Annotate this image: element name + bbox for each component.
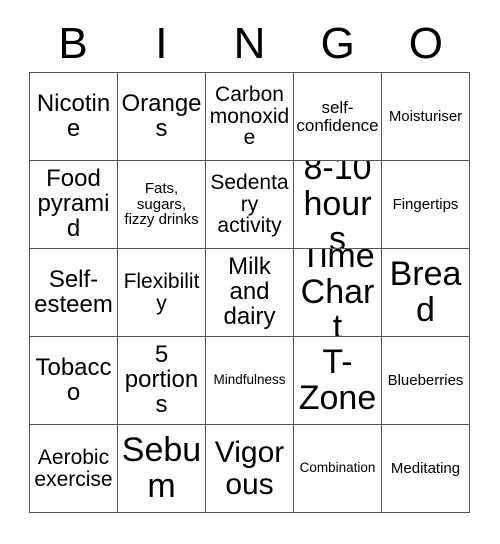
bingo-card: B I N G O Nicotine Oranges Carbon monoxide self… — [0, 0, 500, 544]
bingo-cell-label: Meditating — [390, 459, 461, 477]
bingo-header-letter-g: G — [320, 19, 355, 68]
bingo-cell-label: Vigorous — [214, 436, 285, 501]
bingo-cell[interactable]: self-confidence — [294, 73, 382, 161]
bingo-cell[interactable]: Blueberries — [382, 337, 470, 425]
bingo-cell[interactable]: Tobacco — [30, 337, 118, 425]
bingo-cell-label: Food pyramid — [37, 165, 110, 242]
bingo-cell-label: 8-10 hours — [303, 161, 372, 249]
bingo-cell-label: Mindfulness — [213, 372, 286, 388]
bingo-cell[interactable]: Food pyramid — [30, 161, 118, 249]
bingo-header-row: BINGO — [29, 16, 470, 72]
bingo-cell-label: Bread — [389, 255, 462, 329]
bingo-cell[interactable]: 8-10 hours — [294, 161, 382, 249]
bingo-cell[interactable]: Time Chart — [294, 249, 382, 337]
bingo-header-letter-o: O — [408, 19, 444, 68]
bingo-cell-label: Time Chart — [300, 249, 375, 337]
bingo-cell-label: Blueberries — [387, 371, 464, 389]
bingo-cell-label: 5 portions — [124, 341, 199, 418]
bingo-cell[interactable]: Mindfulness — [206, 337, 294, 425]
bingo-cell-label: Carbon monoxide — [209, 82, 290, 150]
bingo-cell-label: Combination — [299, 460, 376, 476]
bingo-cell-label: Sebum — [121, 431, 202, 505]
bingo-grid: Nicotine Oranges Carbon monoxide self-confi… — [29, 72, 470, 513]
bingo-cell[interactable]: Combination — [294, 425, 382, 513]
bingo-header-letter-b: B — [58, 19, 88, 68]
bingo-cell[interactable]: Fingertips — [382, 161, 470, 249]
bingo-cell-label: Aerobic exercise — [34, 445, 113, 491]
bingo-cell[interactable]: Meditating — [382, 425, 470, 513]
bingo-cell[interactable]: Flexibility — [118, 249, 206, 337]
bingo-header-letter-i: I — [155, 19, 168, 68]
bingo-cell-label: Flexibility — [123, 269, 200, 315]
bingo-cell[interactable]: Carbon monoxide — [206, 73, 294, 161]
bingo-cell-label: Sedentary activity — [210, 170, 289, 238]
bingo-cell[interactable]: Sebum — [118, 425, 206, 513]
bingo-cell[interactable]: Fats, sugars, fizzy drinks — [118, 161, 206, 249]
bingo-cell-label: Self-esteem — [34, 265, 113, 318]
bingo-cell-label: Milk and dairy — [223, 253, 276, 330]
bingo-cell[interactable]: Nicotine — [30, 73, 118, 161]
bingo-cell[interactable]: Vigorous — [206, 425, 294, 513]
bingo-cell[interactable]: Aerobic exercise — [30, 425, 118, 513]
bingo-header-letter-n: N — [233, 19, 266, 68]
bingo-cell-label: Tobacco — [35, 353, 112, 406]
bingo-cell[interactable]: Self-esteem — [30, 249, 118, 337]
bingo-cell-label: T-Zone — [298, 343, 377, 417]
bingo-cell-label: Nicotine — [36, 89, 111, 142]
bingo-cell[interactable]: Sedentary activity — [206, 161, 294, 249]
bingo-cell[interactable]: T-Zone — [294, 337, 382, 425]
bingo-cell-label: Moisturiser — [388, 107, 463, 125]
bingo-cell[interactable]: Milk and dairy — [206, 249, 294, 337]
bingo-cell[interactable]: Oranges — [118, 73, 206, 161]
bingo-cell-label: Oranges — [121, 89, 202, 142]
bingo-cell-label: Fingertips — [392, 195, 459, 213]
bingo-cell[interactable]: Bread — [382, 249, 470, 337]
bingo-cell-label: Fats, sugars, fizzy drinks — [124, 180, 199, 229]
bingo-cell-label: self-confidence — [296, 97, 379, 135]
bingo-cell[interactable]: Moisturiser — [382, 73, 470, 161]
bingo-cell[interactable]: 5 portions — [118, 337, 206, 425]
